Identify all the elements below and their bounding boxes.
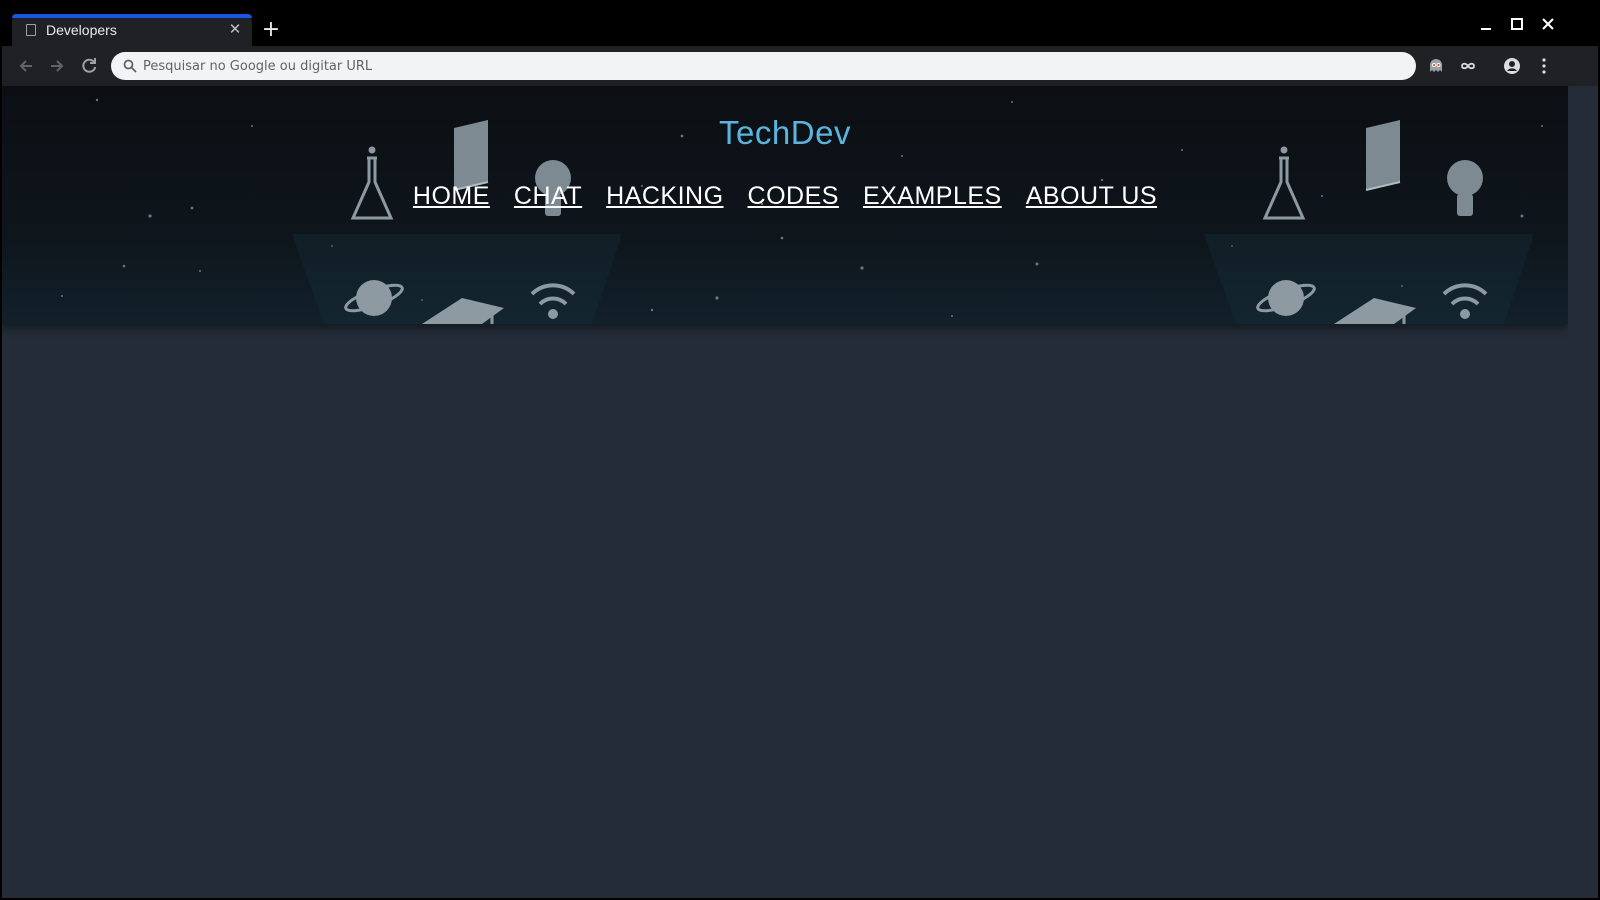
back-arrow-icon[interactable]: [14, 54, 38, 78]
reload-icon[interactable]: [77, 54, 101, 78]
forward-arrow-icon[interactable]: [45, 54, 69, 78]
tab-title: Developers: [46, 22, 117, 38]
web-page: TechDev HOME CHAT HACKING CODES EXAMPLES ABOU…: [2, 86, 1598, 898]
nav-link-home[interactable]: HOME: [413, 182, 490, 211]
site-header: TechDev HOME CHAT HACKING CODES EXAMPLES ABOU…: [2, 86, 1568, 324]
address-input[interactable]: [143, 56, 1343, 76]
browser-window: Developers ✕ + Pesquisar no Google ou di…: [2, 2, 1598, 898]
extension-ghost-icon[interactable]: [1426, 56, 1446, 76]
maximize-icon[interactable]: [1503, 10, 1531, 38]
nav-link-codes[interactable]: CODES: [748, 182, 839, 211]
search-icon: [123, 59, 137, 73]
browser-menu-icon[interactable]: [1534, 56, 1554, 76]
minimize-icon[interactable]: [1472, 10, 1500, 38]
profile-avatar-icon[interactable]: [1502, 56, 1522, 76]
tab-close-icon[interactable]: ✕: [226, 20, 244, 38]
nav-link-examples[interactable]: EXAMPLES: [863, 182, 1002, 211]
nav-link-chat[interactable]: CHAT: [514, 182, 582, 211]
address-bar[interactable]: [111, 52, 1416, 80]
infinity-extension-icon[interactable]: [1458, 56, 1478, 76]
tab-accent-bar: [12, 14, 252, 18]
new-tab-button[interactable]: +: [259, 18, 283, 42]
tab-developers[interactable]: Developers ✕: [12, 14, 252, 46]
close-window-icon[interactable]: [1534, 10, 1562, 38]
nav-link-about-us[interactable]: ABOUT US: [1026, 182, 1157, 211]
page-scrollbar[interactable]: [1568, 86, 1598, 898]
main-navigation: HOME CHAT HACKING CODES EXAMPLES ABOUT US: [2, 182, 1568, 211]
site-logo[interactable]: TechDev: [2, 114, 1568, 152]
tab-strip: Developers ✕ +: [2, 2, 1598, 46]
nav-link-hacking[interactable]: HACKING: [606, 182, 723, 211]
browser-toolbar: [2, 46, 1598, 86]
page-icon: [26, 24, 36, 36]
